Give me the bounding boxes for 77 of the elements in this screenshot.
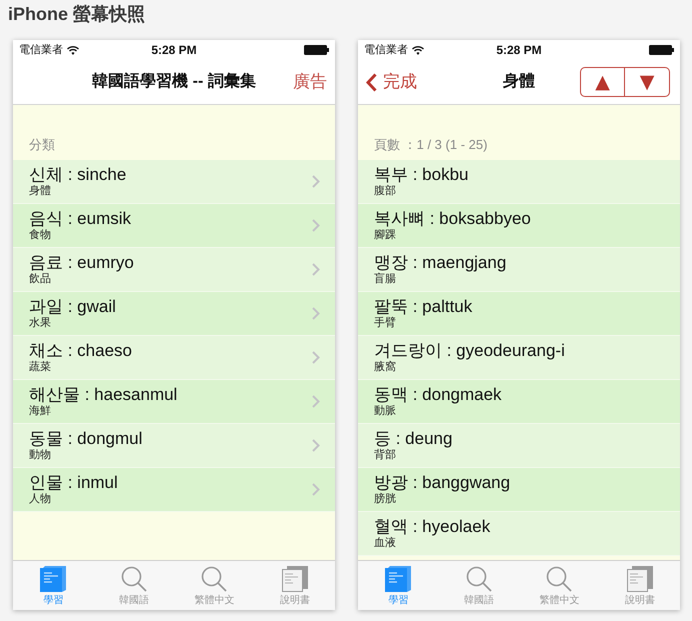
chinese-meaning: 腳踝 (374, 229, 396, 242)
list-row[interactable]: 인물 : inmul 人物 (13, 468, 335, 512)
back-button[interactable]: 完成 (366, 71, 417, 93)
list-row[interactable]: 겨드랑이 : gyeodeurang-i 腋窩 (358, 336, 680, 380)
korean-word: 해산물 : haesanmul (29, 385, 178, 405)
status-time: 5:28 PM (151, 43, 197, 57)
chinese-meaning: 手臂 (374, 317, 396, 330)
list-row[interactable]: 채소 : chaeso 蔬菜 (13, 336, 335, 380)
korean-word: 신체 : sinche (29, 165, 126, 185)
list-row[interactable]: 음식 : eumsik 食物 (13, 204, 335, 248)
chinese-meaning: 血液 (374, 537, 396, 550)
tab-label: 學習 (43, 594, 64, 607)
chinese-meaning: 食物 (29, 229, 51, 242)
korean-word: 과일 : gwail (29, 297, 116, 317)
chinese-meaning: 腹部 (374, 185, 396, 198)
tab-label: 韓國語 (118, 594, 149, 607)
korean-word: 동맥 : dongmaek (374, 385, 502, 405)
section-header: 頁數 ：1 / 3 (1 - 25) (374, 137, 488, 153)
chinese-meaning: 水果 (29, 317, 51, 330)
korean-word: 혈액 : hyeolaek (374, 517, 490, 536)
battery-icon (304, 45, 329, 55)
up-button[interactable]: ▲ (580, 67, 625, 97)
page-title: iPhone 螢幕快照 (8, 3, 146, 26)
chinese-meaning: 膀胱 (374, 493, 396, 506)
korean-word: 맹장 : maengjang (374, 253, 506, 272)
list-row[interactable]: 동맥 : dongmaek 動脈 (358, 380, 680, 424)
korean-word: 인물 : inmul (29, 473, 118, 493)
nav-title: 身體 (503, 72, 535, 92)
nav-title: 韓國語學習機 -- 詞彙集 (92, 72, 256, 92)
korean-word: 음식 : eumsik (29, 209, 132, 229)
list-row[interactable]: 해산물 : haesanmul 海鮮 (13, 380, 335, 424)
wifi-icon (412, 46, 424, 54)
chinese-meaning: 人物 (29, 493, 51, 506)
chinese-meaning: 盲腸 (374, 273, 396, 286)
chinese-meaning: 海鮮 (29, 405, 51, 418)
list-row[interactable]: 복부 : bokbu 腹部 (358, 160, 680, 204)
list-row[interactable]: 방광 : banggwang 膀胱 (358, 468, 680, 512)
korean-word: 팔뚝 : palttuk (374, 297, 472, 316)
list-row[interactable]: 동물 : dongmul 動物 (13, 424, 335, 468)
chevron-left-icon (366, 72, 377, 92)
korean-word: 복부 : bokbu (374, 165, 468, 184)
chinese-meaning: 身體 (29, 185, 51, 198)
tab-label: 繁體中文 (539, 594, 580, 607)
list-row[interactable]: 신체 : sinche 身體 (13, 160, 335, 204)
list-row[interactable]: 맹장 : maengjang 盲腸 (358, 248, 680, 292)
battery-icon (649, 45, 674, 55)
tab-label: 說明書 (280, 594, 310, 607)
carrier-name: 電信業者 (19, 43, 63, 57)
chinese-meaning: 蔬菜 (29, 361, 51, 374)
chinese-meaning: 飲品 (29, 273, 51, 286)
section-header: 分類 (29, 137, 55, 153)
chinese-meaning: 動物 (29, 449, 51, 462)
ad-button[interactable]: 廣告 (293, 71, 327, 93)
korean-word: 방광 : banggwang (374, 473, 510, 492)
korean-word: 등 : deung (374, 429, 452, 448)
tab-label: 繁體中文 (194, 594, 234, 607)
chinese-meaning: 動脈 (374, 405, 396, 418)
tab-label: 說明書 (624, 594, 655, 607)
list-row[interactable]: 등 : deung 背部 (358, 424, 680, 468)
status-time: 5:28 PM (496, 43, 542, 57)
list-row[interactable]: 팔뚝 : palttuk 手臂 (358, 292, 680, 336)
chinese-meaning: 背部 (374, 449, 396, 462)
korean-word: 겨드랑이 : gyeodeurang-i (374, 341, 565, 360)
korean-word: 음료 : eumryo (29, 253, 134, 273)
list-row[interactable]: 음료 : eumryo 飲品 (13, 248, 335, 292)
list-row[interactable]: 혈액 : hyeolaek 血液 (358, 512, 680, 556)
korean-word: 복사뼈 : boksabbyeo (374, 209, 531, 229)
tab-label: 學習 (388, 594, 408, 607)
list-row[interactable]: 복사뼈 : boksabbyeo 腳踝 (358, 204, 680, 248)
tab-label: 韓國語 (464, 594, 494, 607)
chinese-meaning: 腋窩 (374, 361, 396, 374)
wifi-icon (67, 46, 79, 54)
korean-word: 채소 : chaeso (29, 341, 132, 360)
down-button[interactable]: ▼ (625, 67, 670, 97)
list-row[interactable]: 과일 : gwail 水果 (13, 292, 335, 336)
korean-word: 동물 : dongmul (29, 429, 142, 449)
carrier-name: 電信業者 (364, 43, 408, 57)
